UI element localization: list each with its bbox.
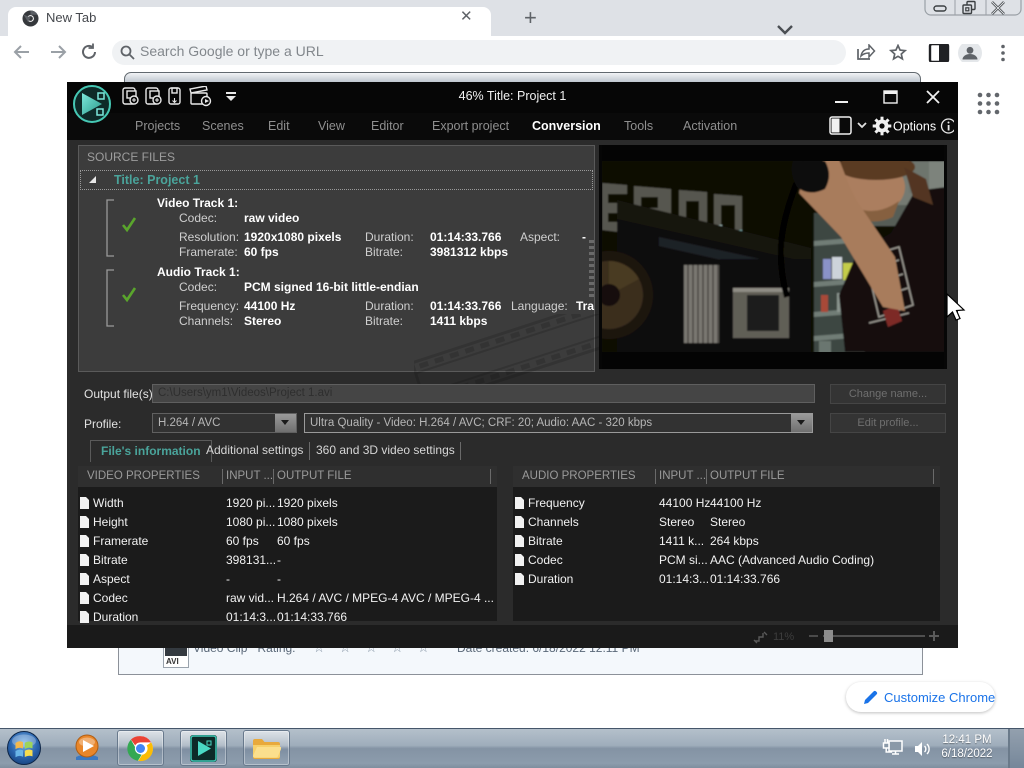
svg-text:Options: Options	[893, 120, 936, 134]
svg-text:11%: 11%	[773, 631, 794, 643]
